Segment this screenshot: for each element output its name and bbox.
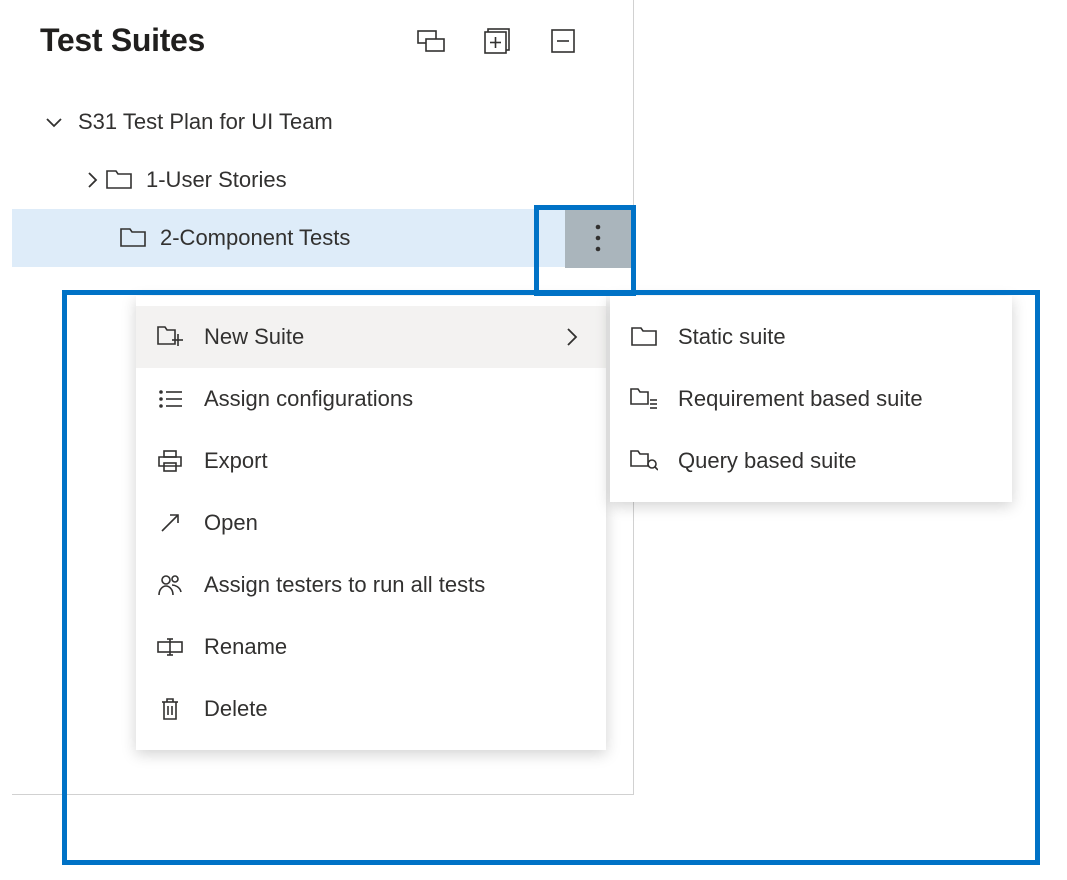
submenu-item-requirement[interactable]: Requirement based suite	[610, 368, 1012, 430]
folder-icon	[120, 228, 146, 248]
tree-root[interactable]: S31 Test Plan for UI Team	[12, 93, 633, 151]
tree-item-component-tests[interactable]: 2-Component Tests	[12, 209, 633, 267]
menu-item-label: New Suite	[204, 324, 546, 350]
menu-item-label: Rename	[204, 634, 584, 660]
suite-tree: S31 Test Plan for UI Team 1-User Stories…	[12, 93, 633, 267]
tree-item-user-stories[interactable]: 1-User Stories	[12, 151, 633, 209]
menu-item-label: Open	[204, 510, 584, 536]
menu-item-label: Assign configurations	[204, 386, 584, 412]
submenu-item-label: Requirement based suite	[678, 386, 990, 412]
menu-item-assign-config[interactable]: Assign configurations	[136, 368, 606, 430]
chevron-right-icon	[566, 327, 584, 347]
list-icon	[156, 389, 184, 409]
submenu-item-label: Query based suite	[678, 448, 990, 474]
menu-item-label: Delete	[204, 696, 584, 722]
menu-item-label: Assign testers to run all tests	[204, 572, 584, 598]
delete-icon	[156, 697, 184, 721]
panel-toolbar	[417, 27, 605, 55]
tree-root-label: S31 Test Plan for UI Team	[78, 109, 333, 135]
menu-item-label: Export	[204, 448, 584, 474]
menu-item-export[interactable]: Export	[136, 430, 606, 492]
chevron-right-icon	[78, 171, 106, 189]
more-options-button[interactable]	[565, 208, 631, 268]
submenu-item-query[interactable]: Query based suite	[610, 430, 1012, 492]
panel-header: Test Suites	[12, 0, 633, 75]
menu-item-delete[interactable]: Delete	[136, 678, 606, 740]
menu-item-new-suite[interactable]: New Suite	[136, 306, 606, 368]
people-icon	[156, 574, 184, 596]
print-icon	[156, 450, 184, 472]
panel-title: Test Suites	[40, 22, 417, 59]
context-menu: New Suite Assign configurations Export O…	[136, 296, 606, 750]
chevron-down-icon	[40, 116, 68, 128]
submenu-item-static[interactable]: Static suite	[610, 306, 1012, 368]
menu-item-assign-testers[interactable]: Assign testers to run all tests	[136, 554, 606, 616]
open-icon	[156, 512, 184, 534]
folder-list-icon	[630, 388, 658, 410]
layout-button[interactable]	[417, 27, 445, 55]
new-suite-icon	[156, 326, 184, 348]
rename-icon	[156, 638, 184, 656]
new-suite-submenu: Static suite Requirement based suite Que…	[610, 296, 1012, 502]
folder-icon	[106, 170, 132, 190]
add-button[interactable]	[483, 27, 511, 55]
folder-query-icon	[630, 450, 658, 472]
menu-item-rename[interactable]: Rename	[136, 616, 606, 678]
tree-item-label: 1-User Stories	[146, 167, 287, 193]
tree-item-label: 2-Component Tests	[160, 225, 350, 251]
collapse-button[interactable]	[549, 27, 577, 55]
menu-item-open[interactable]: Open	[136, 492, 606, 554]
folder-icon	[630, 327, 658, 347]
submenu-item-label: Static suite	[678, 324, 990, 350]
